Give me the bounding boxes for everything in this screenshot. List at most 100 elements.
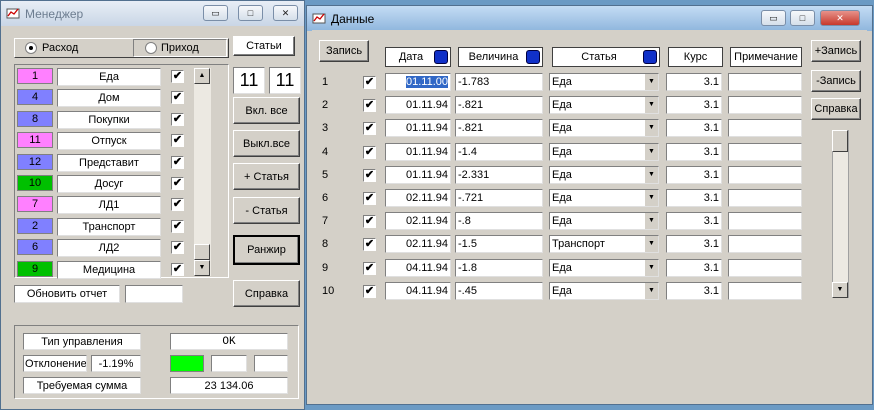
amount-field[interactable]: -2.331 (455, 165, 543, 184)
amount-field[interactable]: -.45 (455, 281, 543, 300)
date-field[interactable]: 04.11.94 (385, 281, 451, 300)
chevron-down-icon[interactable]: ▼ (644, 74, 658, 90)
category-checkbox[interactable]: ✔ (171, 70, 184, 83)
header-date[interactable]: Дата (385, 47, 451, 67)
all-on-button[interactable]: Вкл. все (233, 97, 300, 124)
chevron-down-icon[interactable]: ▼ (644, 259, 658, 276)
header-rate[interactable]: Курс (668, 47, 723, 67)
category-color[interactable]: 2 (17, 217, 53, 234)
date-field[interactable]: 01.11.94 (385, 142, 451, 161)
category-name[interactable]: Дом (57, 89, 161, 108)
article-combo[interactable]: Еда ▼ (549, 73, 659, 91)
rate-field[interactable]: 3.1 (666, 142, 722, 161)
header-amount[interactable]: Величина (458, 47, 543, 67)
article-combo[interactable]: Еда ▼ (549, 165, 659, 184)
category-checkbox[interactable]: ✔ (171, 241, 184, 255)
header-note[interactable]: Примечание (730, 47, 802, 67)
radio-expense[interactable] (25, 42, 37, 54)
date-field[interactable]: 02.11.94 (385, 235, 451, 254)
amount-field[interactable]: -1.4 (455, 142, 543, 161)
rank-button[interactable]: Ранжир (233, 235, 300, 265)
sort-icon[interactable] (526, 50, 540, 64)
chevron-down-icon[interactable]: ▼ (644, 236, 658, 253)
article-combo[interactable]: Еда ▼ (549, 96, 659, 115)
chevron-down-icon[interactable]: ▼ (644, 282, 658, 299)
rate-field[interactable]: 3.1 (666, 258, 722, 277)
help-button[interactable]: Справка (233, 280, 300, 307)
article-combo[interactable]: Еда ▼ (549, 281, 659, 300)
chevron-down-icon[interactable]: ▼ (644, 190, 658, 206)
article-combo[interactable]: Еда ▼ (549, 212, 659, 231)
date-field[interactable]: 02.11.94 (385, 212, 451, 231)
data-titlebar[interactable]: Данные ▭ □ ✕ (307, 6, 872, 31)
category-checkbox[interactable]: ✔ (171, 262, 184, 276)
record-button[interactable]: Запись (319, 40, 369, 62)
article-combo[interactable]: Еда ▼ (549, 142, 659, 161)
category-name[interactable]: Отпуск (57, 132, 161, 151)
row-checkbox[interactable]: ✔ (363, 284, 376, 298)
note-field[interactable] (728, 119, 802, 138)
article-combo[interactable]: Транспорт ▼ (549, 235, 659, 254)
category-color[interactable]: 6 (17, 239, 53, 256)
category-checkbox[interactable]: ✔ (171, 219, 184, 233)
category-color[interactable]: 8 (17, 110, 53, 127)
rate-field[interactable]: 3.1 (666, 235, 722, 254)
tab-articles[interactable]: Статьи (233, 36, 295, 56)
category-name[interactable]: Досуг (57, 175, 161, 193)
chevron-down-icon[interactable]: ▼ (644, 97, 658, 114)
manager-titlebar[interactable]: Менеджер ▭ □ ✕ (1, 1, 304, 26)
update-report-value[interactable] (125, 285, 183, 303)
rate-field[interactable]: 3.1 (666, 212, 722, 231)
sort-icon[interactable] (643, 50, 657, 64)
row-checkbox[interactable]: ✔ (363, 168, 376, 182)
category-name[interactable]: Покупки (57, 110, 161, 129)
amount-field[interactable]: -.821 (455, 96, 543, 115)
category-checkbox[interactable]: ✔ (171, 177, 184, 190)
minimize-button[interactable]: ▭ (203, 5, 228, 21)
rate-field[interactable]: 3.1 (666, 189, 722, 207)
row-checkbox[interactable]: ✔ (363, 122, 376, 136)
category-name[interactable]: Представит (57, 153, 161, 172)
rate-field[interactable]: 3.1 (666, 281, 722, 300)
rate-field[interactable]: 3.1 (666, 165, 722, 184)
minimize-button[interactable]: ▭ (761, 10, 786, 26)
remove-record-button[interactable]: -Запись (811, 70, 861, 92)
note-field[interactable] (728, 142, 802, 161)
category-color[interactable]: 4 (17, 89, 53, 106)
chevron-down-icon[interactable]: ▼ (644, 120, 658, 137)
category-checkbox[interactable]: ✔ (171, 112, 184, 126)
add-record-button[interactable]: +Запись (811, 40, 861, 62)
scroll-down-icon[interactable]: ▼ (194, 260, 210, 276)
maximize-button[interactable]: □ (790, 10, 815, 26)
amount-field[interactable]: -.721 (455, 189, 543, 207)
scroll-down-icon[interactable]: ▼ (832, 282, 848, 298)
row-checkbox[interactable]: ✔ (363, 99, 376, 113)
row-checkbox[interactable]: ✔ (363, 238, 376, 252)
date-field[interactable]: 04.11.94 (385, 258, 451, 277)
note-field[interactable] (728, 258, 802, 277)
category-color[interactable]: 1 (17, 68, 53, 84)
category-name[interactable]: Транспорт (57, 217, 161, 236)
article-combo[interactable]: Еда ▼ (549, 119, 659, 138)
remove-article-button[interactable]: - Статья (233, 197, 300, 224)
close-button[interactable]: ✕ (820, 10, 860, 26)
data-help-button[interactable]: Справка (811, 98, 861, 120)
note-field[interactable] (728, 165, 802, 184)
category-color[interactable]: 7 (17, 196, 53, 213)
note-field[interactable] (728, 96, 802, 115)
radio-income[interactable] (145, 42, 157, 54)
category-name[interactable]: Еда (57, 68, 161, 86)
close-button[interactable]: ✕ (273, 5, 298, 21)
category-name[interactable]: Медицина (57, 260, 161, 279)
row-checkbox[interactable]: ✔ (363, 76, 376, 89)
note-field[interactable] (728, 281, 802, 300)
rate-field[interactable]: 3.1 (666, 119, 722, 138)
data-scrollbar[interactable] (832, 130, 849, 298)
row-checkbox[interactable]: ✔ (363, 192, 376, 205)
amount-field[interactable]: -.8 (455, 212, 543, 231)
rate-field[interactable]: 3.1 (666, 73, 722, 91)
category-color[interactable]: 9 (17, 260, 53, 277)
header-article[interactable]: Статья (552, 47, 660, 67)
note-field[interactable] (728, 235, 802, 254)
date-field[interactable]: 01.11.94 (385, 119, 451, 138)
